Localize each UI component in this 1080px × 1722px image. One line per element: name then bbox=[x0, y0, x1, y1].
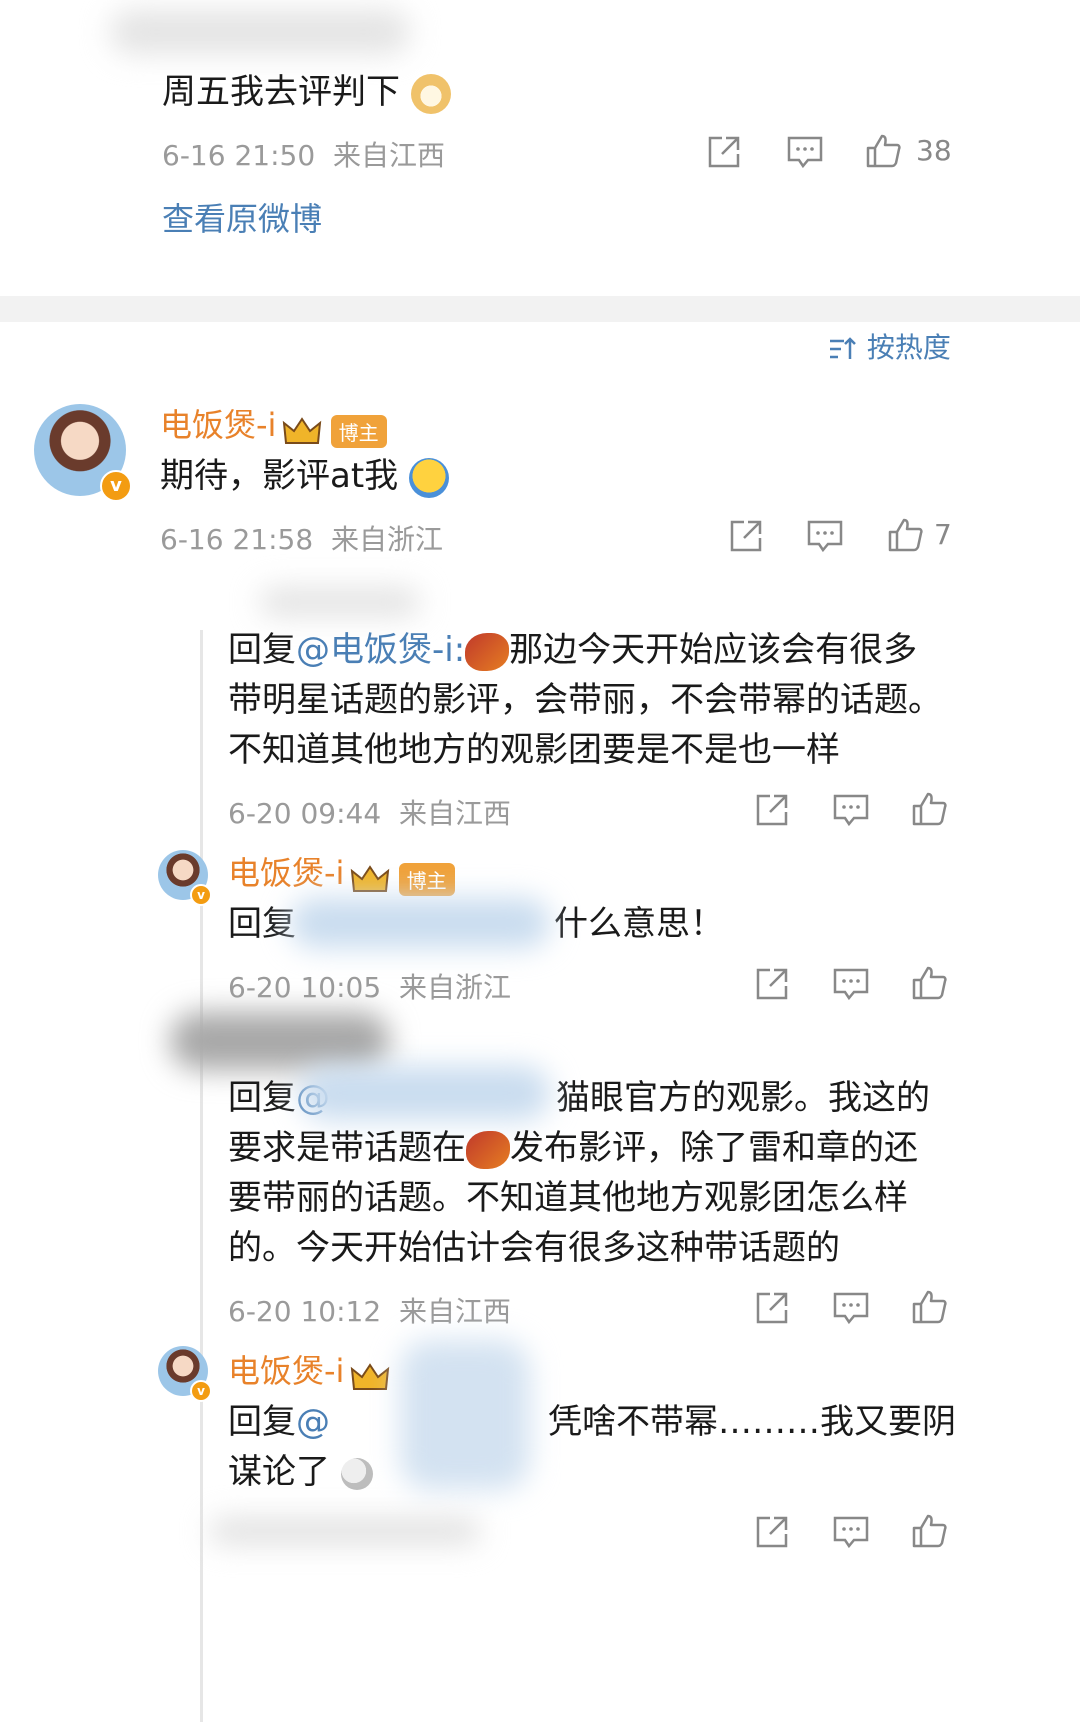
comment-icon[interactable] bbox=[832, 1514, 870, 1550]
reply-text-line: 谋论了 bbox=[228, 1446, 373, 1498]
reply-text-line: 不知道其他地方的观影团要是不是也一样 bbox=[228, 730, 840, 770]
reply-meta: 6-20 09:44 来自江西 bbox=[228, 797, 511, 830]
reply-author-row: 电饭煲-i bbox=[228, 1346, 390, 1393]
share-icon[interactable] bbox=[754, 1514, 790, 1550]
comment-text: 期待，影评at我 bbox=[160, 450, 449, 502]
moon-emoji-icon bbox=[340, 1457, 373, 1490]
author-badge: 博主 bbox=[398, 863, 455, 896]
sweet-potato-emoji-icon bbox=[465, 632, 510, 671]
reply-text: 回复@ 凭啥不带幂………我又要阴 bbox=[228, 1402, 956, 1442]
verified-badge-icon: v bbox=[190, 1380, 212, 1402]
reply-text-line: 的。今天开始估计会有很多这种带话题的 bbox=[228, 1228, 840, 1268]
doge-emoji-icon bbox=[410, 73, 451, 114]
like-icon[interactable] bbox=[886, 516, 924, 554]
comment-icon[interactable] bbox=[832, 966, 870, 1002]
verified-badge-icon: v bbox=[100, 470, 132, 502]
mention-link[interactable]: @电饭煲-i: bbox=[296, 630, 465, 670]
share-icon[interactable] bbox=[754, 966, 790, 1002]
reply-text-line: 要求是带话题在 发布影评，除了雷和章的还 bbox=[228, 1128, 918, 1169]
share-icon[interactable] bbox=[728, 518, 764, 554]
like-count: 38 bbox=[916, 134, 952, 167]
share-icon[interactable] bbox=[706, 134, 742, 170]
reply-text: 回复@电饭煲-i: 那边今天开始应该会有很多 bbox=[228, 630, 918, 671]
crown-icon bbox=[282, 416, 321, 444]
crown-icon bbox=[350, 1362, 389, 1390]
reply-text-line: 带明星话题的影评，会带丽，不会带幂的话题。 bbox=[228, 680, 942, 720]
comment-icon[interactable] bbox=[786, 134, 824, 170]
comment-icon[interactable] bbox=[832, 1290, 870, 1326]
share-icon[interactable] bbox=[754, 792, 790, 828]
reply-author[interactable]: 电饭煲-i bbox=[228, 1352, 344, 1390]
mention-link[interactable]: @ bbox=[296, 1402, 330, 1442]
section-divider bbox=[0, 296, 1080, 322]
post-meta: 6-16 21:50 来自江西 bbox=[162, 139, 445, 172]
reply-meta: 6-20 10:12 来自江西 bbox=[228, 1295, 511, 1328]
like-icon[interactable] bbox=[910, 1512, 948, 1550]
salute-emoji-icon bbox=[408, 457, 449, 498]
comment-author[interactable]: 电饭煲-i bbox=[160, 406, 276, 444]
reply-text-line: 要带丽的话题。不知道其他地方观影团怎么样 bbox=[228, 1178, 908, 1218]
reply-author-row: 电饭煲-i 博主 bbox=[228, 848, 455, 896]
like-icon[interactable] bbox=[910, 964, 948, 1002]
verified-badge-icon: v bbox=[190, 884, 212, 906]
post-text: 周五我去评判下 bbox=[162, 66, 451, 118]
like-icon[interactable] bbox=[910, 790, 948, 828]
comment-author-row: 电饭煲-i 博主 bbox=[160, 400, 387, 448]
sort-icon bbox=[830, 337, 856, 359]
sort-toggle[interactable]: 按热度 bbox=[828, 326, 951, 366]
thread-line bbox=[200, 630, 203, 1722]
comment-meta: 6-16 21:58 来自浙江 bbox=[160, 523, 443, 556]
like-icon[interactable] bbox=[910, 1288, 948, 1326]
like-count: 7 bbox=[934, 518, 952, 551]
reply-meta: 6-20 10:05 来自浙江 bbox=[228, 971, 511, 1004]
author-badge: 博主 bbox=[330, 415, 387, 448]
comment-icon[interactable] bbox=[806, 518, 844, 554]
crown-icon bbox=[350, 864, 389, 892]
reply-author[interactable]: 电饭煲-i bbox=[228, 854, 344, 892]
like-icon[interactable] bbox=[864, 132, 902, 170]
share-icon[interactable] bbox=[754, 1290, 790, 1326]
comment-icon[interactable] bbox=[832, 792, 870, 828]
sweet-potato-emoji-icon bbox=[466, 1130, 510, 1169]
view-original-link[interactable]: 查看原微博 bbox=[162, 194, 322, 240]
